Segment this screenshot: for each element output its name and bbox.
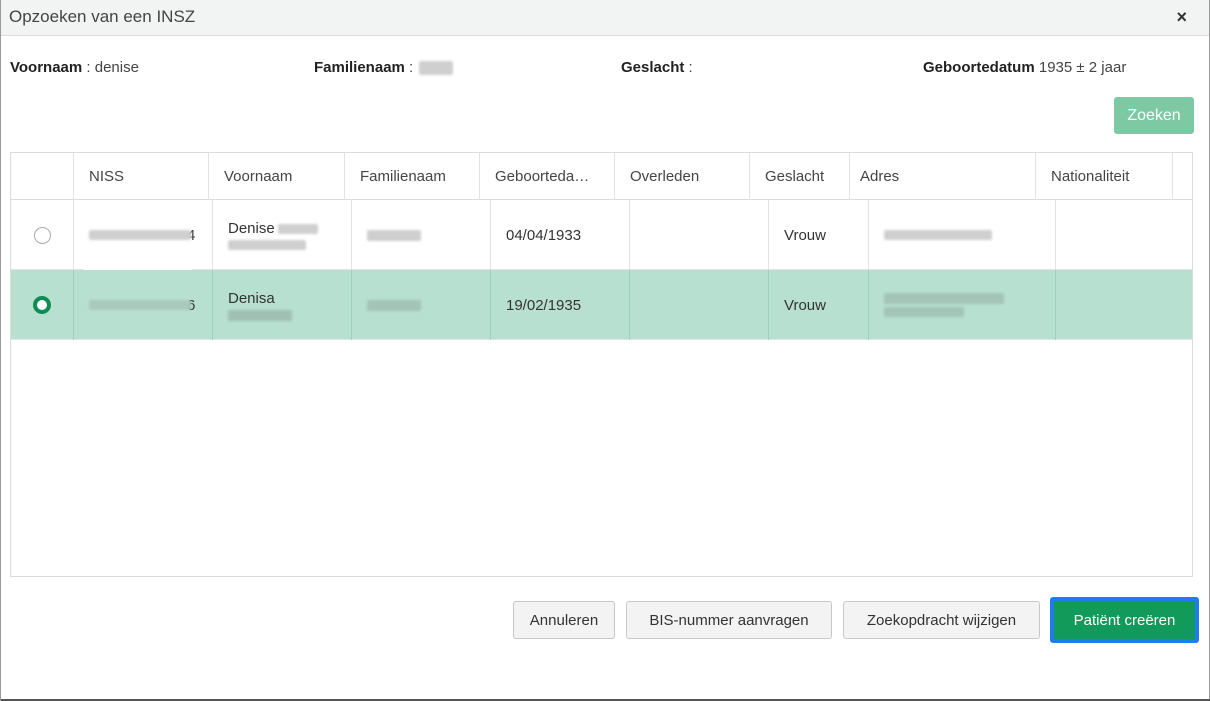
row-radio-button[interactable] (33, 226, 51, 244)
criteria-lastname: Familienaam : (314, 59, 454, 76)
niss-cell: 6 (74, 270, 213, 340)
redacted-address-line1 (884, 293, 1004, 304)
birthdate-value: 1935 ± 2 jaar (1034, 59, 1127, 76)
request-bis-number-button[interactable]: BIS-nummer aanvragen (626, 601, 832, 639)
firstname-label: Voornaam (10, 59, 83, 76)
dialog-titlebar: Opzoeken van een INSZ × (1, 0, 1209, 36)
deceased-cell (630, 200, 769, 270)
redacted-extra-name (228, 240, 306, 250)
firstname-cell: Denisa (213, 270, 352, 340)
row-select-cell (11, 270, 74, 340)
column-header-gender[interactable]: Geslacht (750, 153, 850, 200)
firstname-value: : denise (82, 59, 139, 76)
lastname-label: Familienaam (314, 59, 405, 76)
table-header: NISS Voornaam Familienaam Geboorteda… Ov… (11, 153, 1192, 200)
table-row[interactable]: 4 Denise 04/04/1933 Vrouw (11, 200, 1192, 270)
column-header-select (11, 153, 74, 200)
birthdate-label: Geboortedatum (923, 59, 1035, 76)
close-icon[interactable]: × (1176, 7, 1187, 28)
dialog-title: Opzoeken van een INSZ (9, 7, 196, 26)
redacted-middlename (277, 224, 318, 235)
nationality-cell (1056, 270, 1192, 340)
insz-lookup-dialog: Opzoeken van een INSZ × Voornaam : denis… (0, 0, 1210, 701)
nationality-cell (1056, 200, 1192, 270)
modify-search-button[interactable]: Zoekopdracht wijzigen (843, 601, 1040, 639)
row-radio-button-selected[interactable] (33, 296, 51, 314)
niss-cell: 4 (74, 200, 213, 270)
criteria-gender: Geslacht : (621, 59, 693, 76)
column-header-address[interactable]: Adres (850, 153, 1036, 200)
redacted-lastname (419, 61, 454, 76)
redacted-extra-name (228, 309, 292, 321)
lastname-value: : (404, 59, 418, 76)
gender-cell: Vrouw (769, 270, 869, 340)
gender-label: Geslacht (621, 59, 685, 76)
deceased-cell (630, 270, 769, 340)
cancel-button[interactable]: Annuleren (513, 601, 615, 639)
criteria-firstname: Voornaam : denise (10, 59, 139, 76)
firstname-cell: Denise (213, 200, 352, 270)
column-header-niss[interactable]: NISS (74, 153, 209, 200)
criteria-birthdate: Geboortedatum 1935 ± 2 jaar (923, 59, 1126, 76)
firstname-text: Denisa (228, 289, 275, 307)
redacted-address (884, 230, 992, 240)
birthdate-cell: 04/04/1933 (491, 200, 630, 270)
column-header-nationality[interactable]: Nationaliteit (1036, 153, 1173, 200)
row-select-cell (11, 200, 74, 270)
redacted-niss (89, 230, 191, 240)
column-header-lastname[interactable]: Familienaam (345, 153, 480, 200)
results-table: NISS Voornaam Familienaam Geboorteda… Ov… (10, 152, 1193, 577)
address-cell (869, 270, 1056, 340)
column-header-firstname[interactable]: Voornaam (209, 153, 345, 200)
redacted-lastname-cell (367, 299, 421, 311)
lastname-cell (352, 270, 491, 340)
create-patient-button[interactable]: Patiënt creëren (1050, 597, 1199, 643)
gender-cell: Vrouw (769, 200, 869, 270)
gender-value: : (684, 59, 693, 76)
column-header-birthdate[interactable]: Geboorteda… (480, 153, 615, 200)
redacted-niss (89, 300, 191, 310)
redacted-lastname-cell (367, 229, 421, 241)
redacted-address-line2 (884, 307, 964, 317)
lastname-cell (352, 200, 491, 270)
address-cell (869, 200, 1056, 270)
table-row-selected[interactable]: 6 Denisa 19/02/1935 Vrouw (11, 270, 1192, 340)
birthdate-cell: 19/02/1935 (491, 270, 630, 340)
search-button[interactable]: Zoeken (1114, 97, 1194, 134)
firstname-text: Denise (228, 220, 275, 237)
column-header-deceased[interactable]: Overleden (615, 153, 750, 200)
